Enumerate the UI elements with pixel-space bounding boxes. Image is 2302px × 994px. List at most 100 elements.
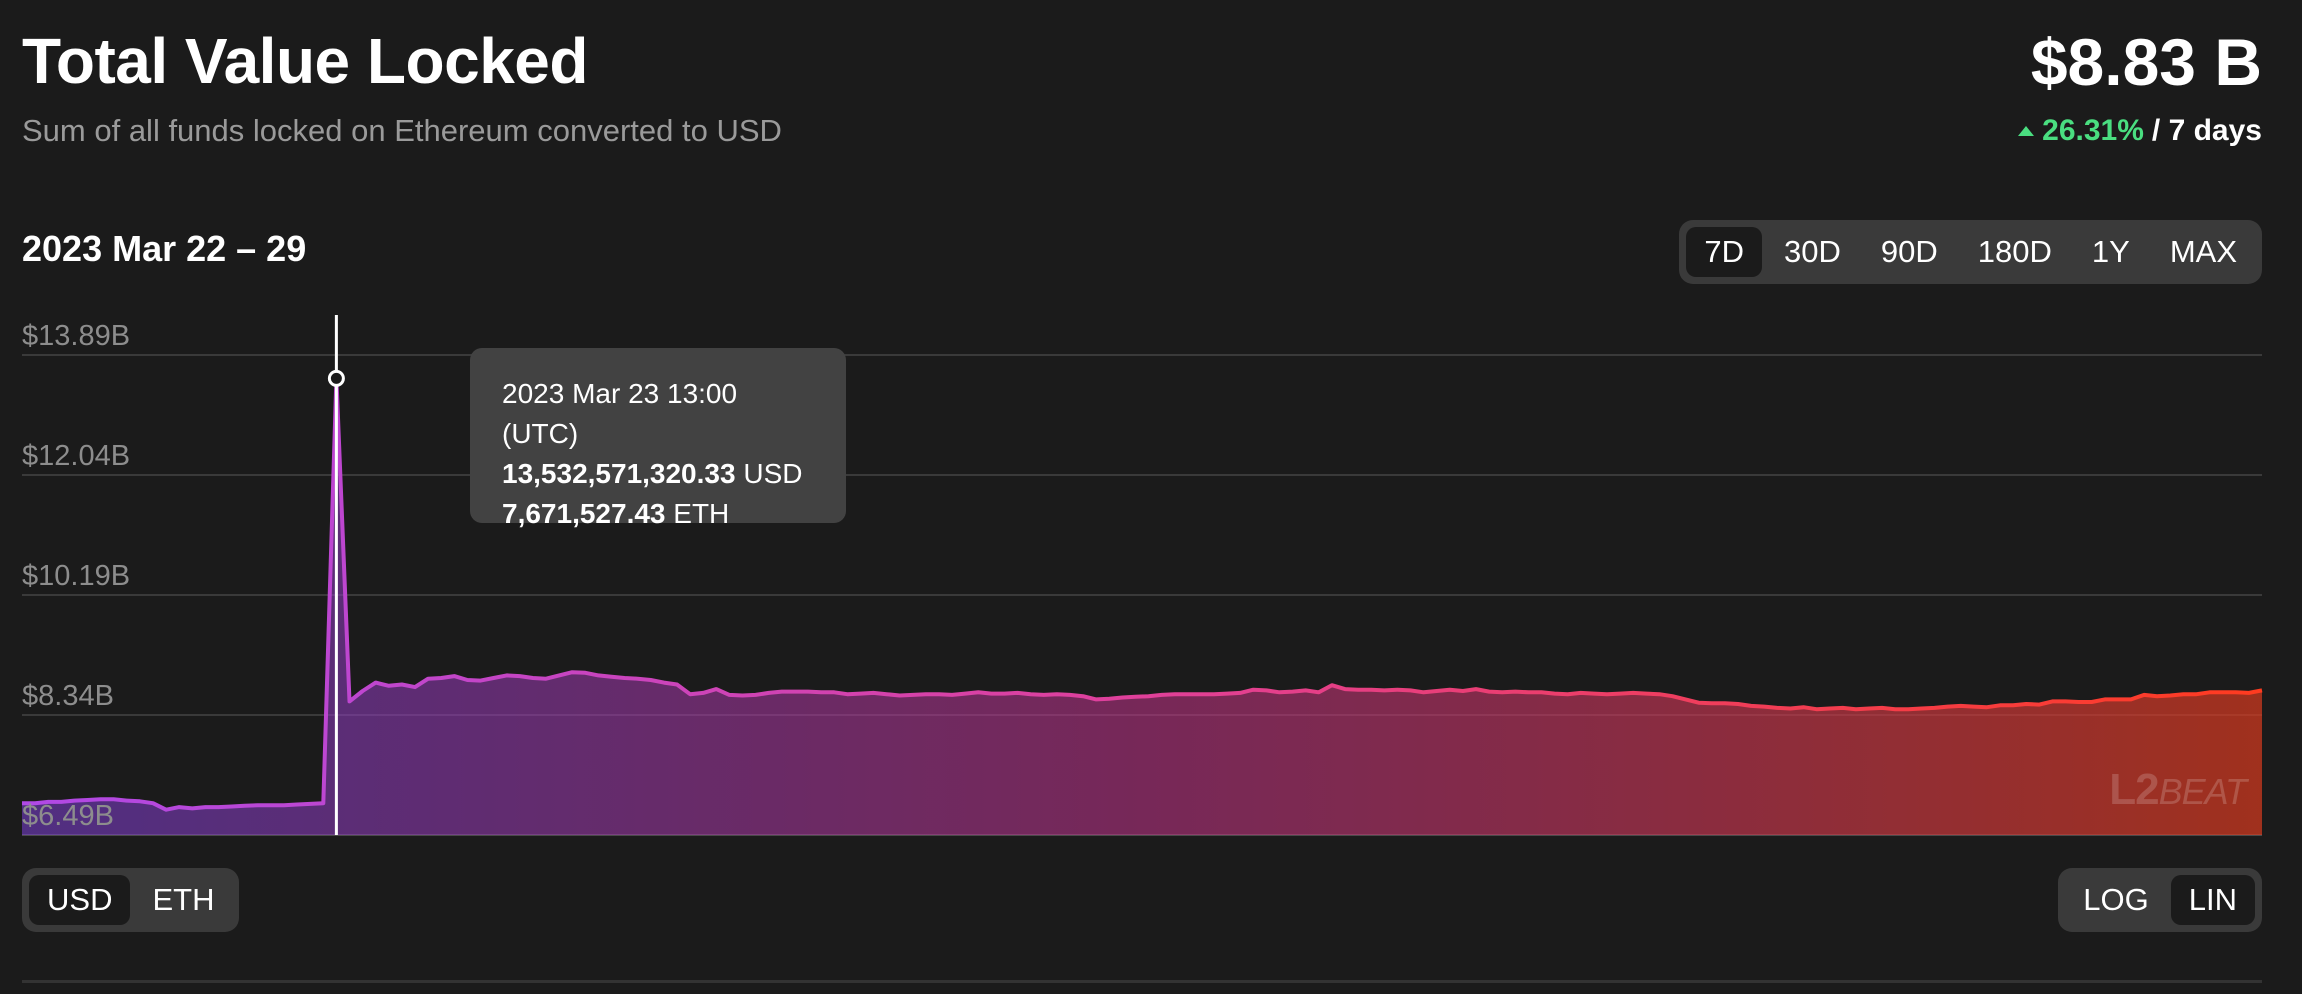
data-point xyxy=(1722,700,1728,706)
data-point xyxy=(386,683,392,689)
data-point xyxy=(1945,704,1951,710)
data-point xyxy=(1159,692,1165,698)
data-point xyxy=(399,682,405,688)
data-point xyxy=(1578,690,1584,696)
y-tick-label: $6.49B xyxy=(22,800,114,832)
change-percent: 26.31% xyxy=(2042,114,2144,147)
data-point xyxy=(661,680,667,686)
total-value: $8.83 B xyxy=(2030,25,2262,99)
data-point xyxy=(1604,691,1610,697)
change-period: / 7 days xyxy=(2151,114,2262,147)
logo-beat: BEAT xyxy=(2158,771,2247,812)
data-point xyxy=(1381,687,1387,693)
data-point xyxy=(2010,702,2016,708)
data-point xyxy=(779,689,785,695)
data-point xyxy=(1709,700,1715,706)
data-point xyxy=(1984,704,1990,710)
tooltip-eth-row: 7,671,527.43 ETH xyxy=(502,494,814,534)
data-point xyxy=(857,691,863,697)
data-point xyxy=(1185,691,1191,697)
data-point xyxy=(569,669,575,675)
scale-log-button[interactable]: LOG xyxy=(2065,875,2166,925)
range-7d-button[interactable]: 7D xyxy=(1686,227,1763,277)
data-point xyxy=(2194,691,2200,697)
area-layer xyxy=(22,376,2265,835)
data-point xyxy=(477,678,483,684)
y-tick-label: $10.19B xyxy=(22,560,130,592)
data-point xyxy=(451,673,457,679)
data-point xyxy=(1368,687,1374,693)
data-point xyxy=(229,803,235,809)
data-point xyxy=(346,698,352,704)
data-point xyxy=(988,691,994,697)
data-point xyxy=(163,807,169,813)
data-point xyxy=(1028,691,1034,697)
data-point xyxy=(425,676,431,682)
tooltip-usd-row: 13,532,571,320.33 USD xyxy=(502,454,814,494)
data-point xyxy=(2259,687,2265,693)
range-30d-button[interactable]: 30D xyxy=(1766,227,1859,277)
data-point xyxy=(818,689,824,695)
unit-selector: USD ETH xyxy=(22,868,240,932)
tooltip-usd-value: 13,532,571,320.33 xyxy=(502,458,736,489)
data-point xyxy=(2115,696,2121,702)
data-point xyxy=(1905,706,1911,712)
data-point xyxy=(766,690,772,696)
data-point xyxy=(124,798,130,804)
data-point xyxy=(1670,693,1676,699)
data-point xyxy=(753,692,759,698)
data-point xyxy=(1932,705,1938,711)
range-90d-button[interactable]: 90D xyxy=(1863,227,1956,277)
data-point xyxy=(1683,696,1689,702)
data-point xyxy=(2076,699,2082,705)
data-point xyxy=(2102,696,2108,702)
change-up: 26.31% xyxy=(2018,114,2144,148)
data-point xyxy=(726,692,732,698)
data-point xyxy=(831,689,837,695)
data-point xyxy=(307,801,313,807)
data-point xyxy=(1277,689,1283,695)
data-point xyxy=(2089,699,2095,705)
data-point xyxy=(1918,706,1924,712)
data-point xyxy=(543,676,549,682)
y-tick-label: $8.34B xyxy=(22,680,114,712)
range-180d-button[interactable]: 180D xyxy=(1960,227,2070,277)
unit-eth-button[interactable]: ETH xyxy=(134,875,232,925)
data-point xyxy=(2220,689,2226,695)
data-point xyxy=(1853,706,1859,712)
unit-usd-button[interactable]: USD xyxy=(29,875,131,925)
data-point xyxy=(1565,691,1571,697)
data-point xyxy=(910,692,916,698)
tooltip-date: 2023 Mar 23 13:00 (UTC) xyxy=(502,378,738,449)
tvl-chart[interactable]: $13.89B $12.04B $10.19B $8.34B $6.49B xyxy=(0,300,2302,850)
data-point xyxy=(2049,698,2055,704)
divider xyxy=(22,980,2262,983)
data-point xyxy=(1198,691,1204,697)
scale-lin-button[interactable]: LIN xyxy=(2170,875,2255,925)
data-point xyxy=(412,684,418,690)
data-point xyxy=(936,691,942,697)
data-point xyxy=(2246,690,2252,696)
data-point xyxy=(1342,686,1348,692)
data-point xyxy=(1329,682,1335,688)
data-point xyxy=(608,674,614,680)
data-point xyxy=(1290,689,1296,695)
data-point xyxy=(281,802,287,808)
tooltip-eth-unit: ETH xyxy=(673,498,730,529)
data-point xyxy=(320,800,326,806)
data-point xyxy=(1525,689,1531,695)
data-point xyxy=(1512,689,1518,695)
data-point xyxy=(137,798,143,804)
data-point xyxy=(2180,691,2186,697)
data-point xyxy=(2207,689,2213,695)
data-point xyxy=(1172,691,1178,697)
data-point xyxy=(1997,702,2003,708)
data-point xyxy=(556,672,562,678)
data-point xyxy=(897,693,903,699)
range-1y-button[interactable]: 1Y xyxy=(2074,227,2148,277)
range-max-button[interactable]: MAX xyxy=(2152,227,2255,277)
tooltip-usd-unit: USD xyxy=(743,458,803,489)
time-range-selector: 7D 30D 90D 180D 1Y MAX xyxy=(1679,220,2262,284)
data-point xyxy=(1892,706,1898,712)
data-point xyxy=(150,800,156,806)
